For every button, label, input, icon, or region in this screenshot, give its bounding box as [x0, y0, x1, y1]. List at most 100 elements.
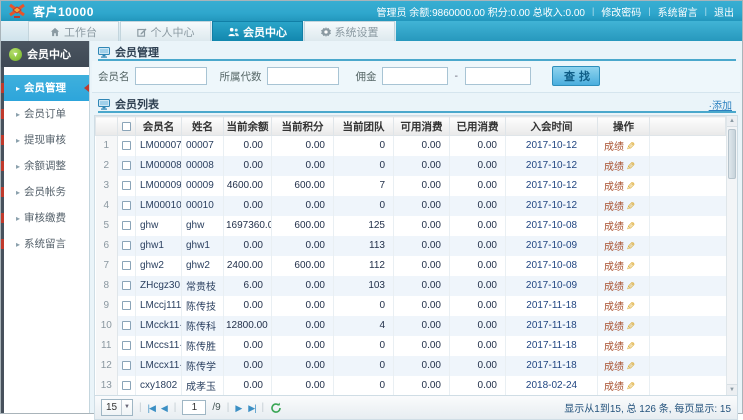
col-header-balance: 当前余额: [223, 116, 272, 136]
row-checkbox[interactable]: [122, 141, 131, 151]
edit-pencil-icon[interactable]: ✎: [626, 160, 635, 173]
sidebar-item-会员管理[interactable]: ▸ 会员管理: [1, 75, 89, 101]
actions-cell: 成绩 ✎: [597, 355, 650, 376]
row-checkbox[interactable]: [122, 340, 131, 350]
scroll-down-icon[interactable]: ▼: [727, 384, 737, 395]
edit-pencil-icon[interactable]: ✎: [626, 240, 635, 253]
tab-工作台[interactable]: 工作台: [28, 21, 119, 41]
member-name: 00009: [181, 175, 224, 196]
score-link[interactable]: 成绩: [604, 282, 624, 293]
generation-input[interactable]: [266, 67, 339, 85]
commission-max-input[interactable]: [465, 67, 531, 85]
change-password-link[interactable]: 修改密码: [601, 4, 641, 19]
row-checkbox[interactable]: [122, 240, 131, 250]
sidebar-item-提现审核[interactable]: ▸ 提现审核: [1, 127, 89, 153]
vertical-scrollbar[interactable]: ▲ ▼: [726, 116, 737, 395]
sidebar-item-余额调整[interactable]: ▸ 余额调整: [1, 153, 89, 179]
member-id: LMccx11·: [135, 355, 182, 376]
current-balance: 4600.00: [223, 175, 272, 196]
row-checkbox[interactable]: [122, 300, 131, 310]
select-all-checkbox[interactable]: [122, 121, 131, 131]
sidebar-header[interactable]: ▾ 会员中心: [1, 41, 89, 67]
prev-page-button[interactable]: ◀: [161, 400, 168, 416]
system-message-link[interactable]: 系统留言: [658, 4, 698, 19]
row-checkbox[interactable]: [122, 380, 131, 390]
scroll-up-icon[interactable]: ▲: [727, 116, 737, 127]
refresh-icon[interactable]: [270, 402, 282, 414]
current-points: 0.00: [271, 335, 334, 356]
member-id: LMcck11·: [135, 315, 182, 336]
current-team: 7: [333, 175, 394, 196]
score-link[interactable]: 成绩: [604, 262, 624, 273]
score-link[interactable]: 成绩: [604, 342, 624, 353]
row-checkbox[interactable]: [122, 280, 131, 290]
tab-label: 会员中心: [243, 26, 287, 39]
score-link[interactable]: 成绩: [604, 242, 624, 253]
member-name-input[interactable]: [134, 67, 207, 85]
join-date: 2017-10-08: [505, 255, 598, 276]
sidebar-item-审核缴费[interactable]: ▸ 审核缴费: [1, 205, 89, 231]
score-link[interactable]: 成绩: [604, 162, 624, 173]
separator: |: [173, 402, 177, 413]
edit-pencil-icon[interactable]: ✎: [626, 380, 635, 393]
actions-cell: 成绩 ✎: [597, 215, 650, 236]
score-link[interactable]: 成绩: [604, 322, 624, 333]
current-page-input[interactable]: [182, 400, 207, 415]
tab-系统设置[interactable]: 系统设置: [304, 21, 395, 41]
edit-pencil-icon[interactable]: ✎: [626, 180, 635, 193]
sidebar-item-会员帐务[interactable]: ▸ 会员帐务: [1, 179, 89, 205]
available-consumption: 0.00: [393, 175, 450, 196]
row-checkbox[interactable]: [122, 320, 131, 330]
score-link[interactable]: 成绩: [604, 382, 624, 393]
score-link[interactable]: 成绩: [604, 182, 624, 193]
sidebar-item-系统留言[interactable]: ▸ 系统留言: [1, 231, 89, 257]
edit-pencil-icon[interactable]: ✎: [626, 140, 635, 153]
col-header-used: 已用消费: [449, 116, 506, 136]
edit-pencil-icon[interactable]: ✎: [626, 280, 635, 293]
edit-pencil-icon[interactable]: ✎: [626, 260, 635, 273]
score-link[interactable]: 成绩: [604, 362, 624, 373]
row-checkbox[interactable]: [122, 200, 131, 210]
tab-bar: 工作台 个人中心 会员中心 系统设置: [1, 21, 742, 41]
tab-会员中心[interactable]: 会员中心: [212, 21, 303, 41]
current-team: 0: [333, 355, 394, 376]
sidebar-item-会员订单[interactable]: ▸ 会员订单: [1, 101, 89, 127]
next-page-button[interactable]: ▶: [235, 400, 242, 416]
commission-min-input[interactable]: [381, 67, 448, 85]
score-link[interactable]: 成绩: [604, 202, 624, 213]
search-button[interactable]: 查找: [552, 66, 600, 86]
scrollbar-thumb[interactable]: [728, 129, 736, 179]
score-link[interactable]: 成绩: [604, 222, 624, 233]
available-consumption: 0.00: [393, 275, 450, 296]
score-link[interactable]: 成绩: [604, 302, 624, 313]
edit-pencil-icon[interactable]: ✎: [626, 340, 635, 353]
edit-pencil-icon[interactable]: ✎: [626, 300, 635, 313]
row-checkbox[interactable]: [122, 160, 131, 170]
filler-cell: [649, 195, 726, 216]
row-checkbox[interactable]: [122, 260, 131, 270]
available-consumption: 0.00: [393, 215, 450, 236]
filter-panel-title: 会员管理: [98, 45, 736, 61]
join-date: 2017-10-09: [505, 235, 598, 256]
row-checkbox[interactable]: [122, 220, 131, 230]
member-id: ghw2: [135, 255, 182, 276]
score-link[interactable]: 成绩: [604, 142, 624, 153]
add-member-link[interactable]: ·添加: [709, 97, 736, 112]
row-number: 9: [95, 295, 118, 316]
logout-link[interactable]: 退出: [714, 4, 734, 19]
available-consumption: 0.00: [393, 315, 450, 336]
col-header-points: 当前积分: [271, 116, 334, 136]
edit-pencil-icon[interactable]: ✎: [626, 360, 635, 373]
edit-pencil-icon[interactable]: ✎: [626, 220, 635, 233]
join-date: 2017-11-18: [505, 295, 598, 316]
row-checkbox[interactable]: [122, 180, 131, 190]
first-page-button[interactable]: |◀: [148, 400, 156, 416]
tab-个人中心[interactable]: 个人中心: [120, 21, 211, 41]
last-page-button[interactable]: ▶|: [248, 400, 256, 416]
edit-pencil-icon[interactable]: ✎: [626, 320, 635, 333]
table-row: 7 ghw2 ghw2 2400.00 600.00 112 0.00 0.00 2017-10…: [95, 255, 726, 276]
row-checkbox[interactable]: [122, 360, 131, 370]
edit-pencil-icon[interactable]: ✎: [626, 200, 635, 213]
page-size-select[interactable]: 15 ▼: [101, 399, 133, 416]
current-points: 600.00: [271, 175, 334, 196]
